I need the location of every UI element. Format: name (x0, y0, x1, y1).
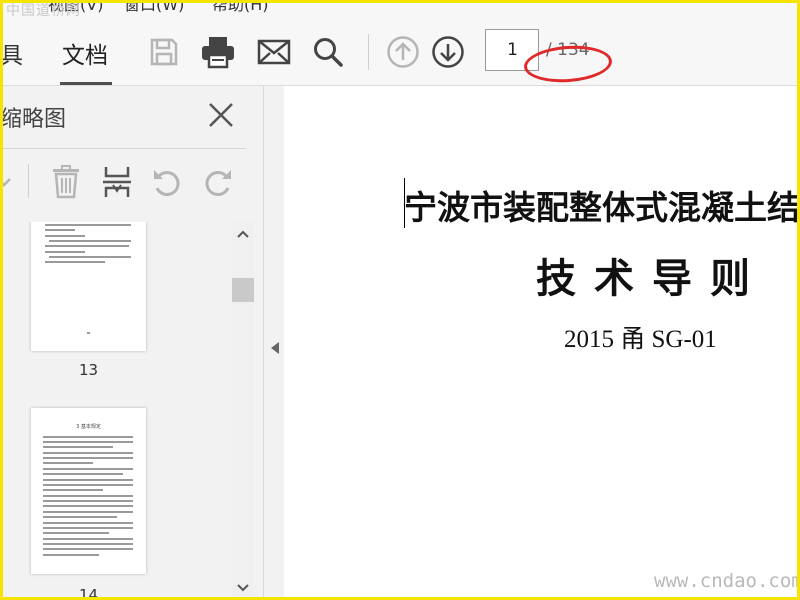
insert-page-icon (103, 167, 131, 197)
tab-tools[interactable]: 具 (0, 36, 23, 70)
thumb-text-line (43, 452, 133, 454)
thumb-text-line (43, 479, 133, 481)
thumb-text-line (43, 436, 133, 438)
rotate-left-icon (154, 170, 180, 196)
email-button[interactable] (255, 33, 293, 71)
email-icon (257, 39, 291, 65)
thumb-text-line (49, 240, 131, 242)
thumb-text-line (43, 473, 123, 475)
thumbnail-scrollbar[interactable] (232, 222, 254, 600)
thumb-text-line (43, 457, 133, 459)
thumb-text-line (43, 500, 133, 502)
thumb-text-line (43, 543, 133, 545)
thumb-text-line (49, 256, 131, 258)
thumb-text-line (43, 538, 133, 540)
scrollbar-thumb[interactable] (232, 278, 254, 302)
thumb-text-line (43, 516, 117, 518)
options-menu-button[interactable] (0, 164, 22, 200)
tab-document[interactable]: 文档 (62, 36, 108, 70)
close-panel-button[interactable] (206, 100, 236, 130)
watermark-bottom: www.cndao.com (654, 570, 800, 592)
thumb-text-line (43, 468, 133, 470)
thumb-text-line (43, 532, 109, 534)
text-cursor (404, 178, 405, 228)
thumb-text-line (43, 505, 133, 507)
thumbnail-page-13[interactable] (31, 222, 146, 351)
active-tab-indicator (60, 82, 112, 85)
scroll-down-button[interactable] (232, 578, 254, 598)
thumb-text-line (43, 446, 113, 448)
thumb-text-line (45, 251, 85, 253)
thumb-text-line (43, 484, 133, 486)
thumb-text-line (45, 235, 85, 237)
thumb-text-line (43, 527, 133, 529)
thumb-text-line (43, 511, 133, 513)
scroll-up-button[interactable] (232, 224, 254, 244)
save-icon (150, 38, 178, 66)
thumb-text-line (45, 245, 129, 247)
previous-page-button[interactable] (384, 33, 422, 71)
print-button[interactable] (199, 33, 237, 71)
arrow-down-circle-icon (432, 36, 464, 68)
chevron-down-icon (237, 584, 249, 592)
thumb-text-line (43, 522, 133, 524)
search-button[interactable] (309, 33, 347, 71)
menu-help[interactable]: 帮助(H) (212, 0, 269, 15)
rotate-left-button[interactable] (149, 164, 185, 200)
thumb-text-line (43, 548, 133, 550)
menu-window[interactable]: 窗口(W) (124, 0, 184, 15)
thumbnail-label: 13 (78, 361, 99, 379)
chevron-down-icon (0, 178, 11, 187)
close-icon (209, 103, 233, 127)
chevron-up-icon (237, 230, 249, 238)
thumb-page-number (87, 332, 90, 334)
thumb-text-line (43, 462, 93, 464)
rotate-right-icon (205, 170, 231, 196)
watermark-top: 中国道桥网 (6, 3, 81, 16)
panel-title: 缩略图 (0, 107, 67, 132)
menu-bar: 视图(V) 窗口(W) 帮助(H) 中国道桥网 (0, 0, 800, 16)
thumbnail-page-14[interactable]: 3 基本规定 (31, 408, 146, 574)
rotate-right-button[interactable] (200, 164, 236, 200)
delete-icon (53, 165, 79, 199)
toolbar-separator (368, 34, 369, 70)
thumb-text-line (43, 495, 133, 497)
thumb-text-line (43, 489, 103, 491)
thumb-text-line (43, 441, 133, 443)
document-code: 2015 甬 SG-01 (564, 326, 717, 353)
thumb-text-line (45, 229, 75, 231)
arrow-up-circle-icon (387, 36, 419, 68)
search-icon (314, 38, 343, 67)
thumbnail-list[interactable]: 13 3 基本规定 14 (0, 222, 232, 600)
collapse-panel-button[interactable] (268, 340, 282, 356)
document-title: 宁波市装配整体式混凝土结 (404, 188, 800, 227)
triangle-left-icon (271, 342, 279, 354)
thumbnail-label: 14 (78, 586, 99, 600)
insert-page-button[interactable] (99, 164, 135, 200)
thumb-text-line (43, 554, 99, 556)
panel-divider (0, 148, 246, 149)
thumb-heading: 3 基本规定 (76, 424, 101, 430)
panel-tools-separator (28, 164, 29, 198)
next-page-button[interactable] (429, 33, 467, 71)
thumb-text-line (45, 261, 105, 263)
delete-page-button[interactable] (48, 164, 84, 200)
toolbar: 具 文档 1 / 134 (0, 16, 800, 86)
print-icon (202, 37, 234, 69)
document-view[interactable]: 宁波市装配整体式混凝土结 技术导则 2015 甬 SG-01 (284, 86, 800, 600)
save-button[interactable] (145, 33, 183, 71)
thumbnail-panel: 缩略图 13 3 基本规定 14 (0, 86, 264, 600)
thumb-text-line (45, 224, 131, 226)
document-subtitle: 技术导则 (536, 255, 768, 302)
